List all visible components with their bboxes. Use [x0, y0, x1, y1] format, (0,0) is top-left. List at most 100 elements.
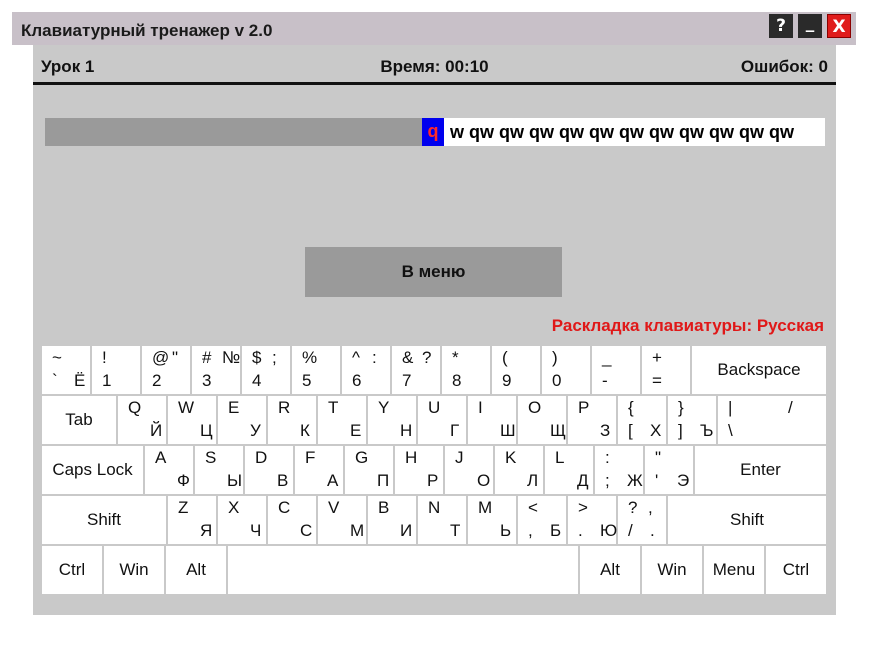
key-g[interactable]: GП — [345, 446, 393, 494]
key-c[interactable]: CС — [268, 496, 316, 544]
key-u[interactable]: UГ — [418, 396, 466, 444]
current-char: q — [422, 118, 444, 146]
key-lbracket[interactable]: {[Х — [618, 396, 666, 444]
key-label: Enter — [740, 460, 781, 479]
key-w[interactable]: WЦ — [168, 396, 216, 444]
key-glyph: Й — [150, 421, 163, 440]
key-9[interactable]: (9 — [492, 346, 540, 394]
remaining-text: w qw qw qw qw qw qw qw qw qw qw qw — [450, 122, 794, 142]
key-backspace[interactable]: Backspace — [692, 346, 826, 394]
key-1[interactable]: ! 1 — [92, 346, 140, 394]
key-l[interactable]: LД — [545, 446, 593, 494]
key-glyph: I — [478, 398, 483, 417]
key-glyph: ) — [552, 348, 558, 367]
key-8[interactable]: * 8 — [442, 346, 490, 394]
key-lshift[interactable]: Shift — [42, 496, 166, 544]
key-glyph: ^ — [352, 348, 360, 367]
key-glyph: М — [350, 521, 365, 540]
key-d[interactable]: DВ — [245, 446, 293, 494]
key-glyph: : — [372, 348, 377, 367]
key-ralt[interactable]: Alt — [580, 546, 640, 594]
key-glyph: Ж — [627, 471, 643, 490]
key-glyph: Б — [550, 521, 562, 540]
key-7[interactable]: &? 7 — [392, 346, 440, 394]
key-v[interactable]: VМ — [318, 496, 366, 544]
key-3[interactable]: # № 3 — [192, 346, 240, 394]
key-glyph: 5 — [302, 371, 312, 390]
key-6[interactable]: ^:6 — [342, 346, 390, 394]
key-rbracket[interactable]: }] Ъ — [668, 396, 716, 444]
key-glyph: И — [400, 521, 413, 540]
key-glyph: 1 — [102, 371, 112, 390]
minimize-button[interactable]: _ — [798, 14, 822, 38]
key-r[interactable]: RК — [268, 396, 316, 444]
key-lwin[interactable]: Win — [104, 546, 164, 594]
key-comma[interactable]: <, Б — [518, 496, 566, 544]
key-2[interactable]: @ " 2 — [142, 346, 190, 394]
key-y[interactable]: YН — [368, 396, 416, 444]
key-tab[interactable]: Tab — [42, 396, 116, 444]
key-glyph: 7 — [402, 371, 412, 390]
key-slash[interactable]: ?, /. — [618, 496, 666, 544]
key-0[interactable]: ) 0 — [542, 346, 590, 394]
key-j[interactable]: JО — [445, 446, 493, 494]
key-glyph: Т — [450, 521, 461, 540]
key-minus[interactable]: _ - — [592, 346, 640, 394]
key-lctrl[interactable]: Ctrl — [42, 546, 102, 594]
key-capslock[interactable]: Caps Lock — [42, 446, 143, 494]
key-rshift[interactable]: Shift — [668, 496, 826, 544]
key-backslash[interactable]: | / \ — [718, 396, 826, 444]
key-s[interactable]: SЫ — [195, 446, 243, 494]
key-p[interactable]: PЗ — [568, 396, 616, 444]
key-lalt[interactable]: Alt — [166, 546, 226, 594]
key-glyph: # — [202, 348, 212, 367]
key-i[interactable]: IШ — [468, 396, 516, 444]
key-o[interactable]: OЩ — [518, 396, 566, 444]
key-q[interactable]: QЙ — [118, 396, 166, 444]
key-menu[interactable]: Menu — [704, 546, 764, 594]
key-glyph: Ч — [250, 521, 262, 540]
key-glyph: 3 — [202, 371, 212, 390]
key-f[interactable]: FА — [295, 446, 343, 494]
key-m[interactable]: MЬ — [468, 496, 516, 544]
key-glyph: + — [652, 348, 662, 367]
key-label: Alt — [186, 560, 206, 579]
key-glyph: ; — [272, 348, 277, 367]
key-semicolon[interactable]: :; Ж — [595, 446, 643, 494]
key-quote[interactable]: " ' Э — [645, 446, 693, 494]
key-glyph: 8 — [452, 371, 462, 390]
key-n[interactable]: NТ — [418, 496, 466, 544]
key-glyph: ' — [655, 471, 659, 490]
key-glyph: . — [578, 521, 583, 540]
key-t[interactable]: TЕ — [318, 396, 366, 444]
key-glyph: ( — [502, 348, 508, 367]
key-glyph: Щ — [550, 421, 566, 440]
key-glyph: E — [228, 398, 240, 417]
key-a[interactable]: AФ — [145, 446, 193, 494]
key-h[interactable]: HР — [395, 446, 443, 494]
key-space[interactable] — [228, 546, 578, 594]
key-rwin[interactable]: Win — [642, 546, 702, 594]
key-equal[interactable]: + = — [642, 346, 690, 394]
key-period[interactable]: >. Ю — [568, 496, 617, 544]
key-rctrl[interactable]: Ctrl — [766, 546, 826, 594]
key-glyph: 9 — [502, 371, 512, 390]
key-b[interactable]: BИ — [368, 496, 416, 544]
key-glyph: L — [555, 448, 565, 467]
key-glyph: ; — [605, 471, 610, 490]
key-glyph: , — [528, 521, 533, 540]
key-4[interactable]: $; 4 — [242, 346, 290, 394]
key-enter[interactable]: Enter — [695, 446, 826, 494]
menu-button[interactable]: В меню — [305, 247, 562, 297]
close-button[interactable]: X — [827, 14, 851, 38]
key-backtick[interactable]: ~ ` Ё — [42, 346, 90, 394]
key-e[interactable]: EУ — [218, 396, 266, 444]
key-glyph: : — [605, 448, 610, 467]
help-button[interactable]: ? — [769, 14, 793, 38]
key-k[interactable]: KЛ — [495, 446, 543, 494]
key-5[interactable]: % 5 — [292, 346, 340, 394]
key-glyph: J — [455, 448, 464, 467]
key-x[interactable]: XЧ — [218, 496, 266, 544]
key-glyph: Ь — [500, 521, 512, 540]
key-z[interactable]: ZЯ — [168, 496, 216, 544]
